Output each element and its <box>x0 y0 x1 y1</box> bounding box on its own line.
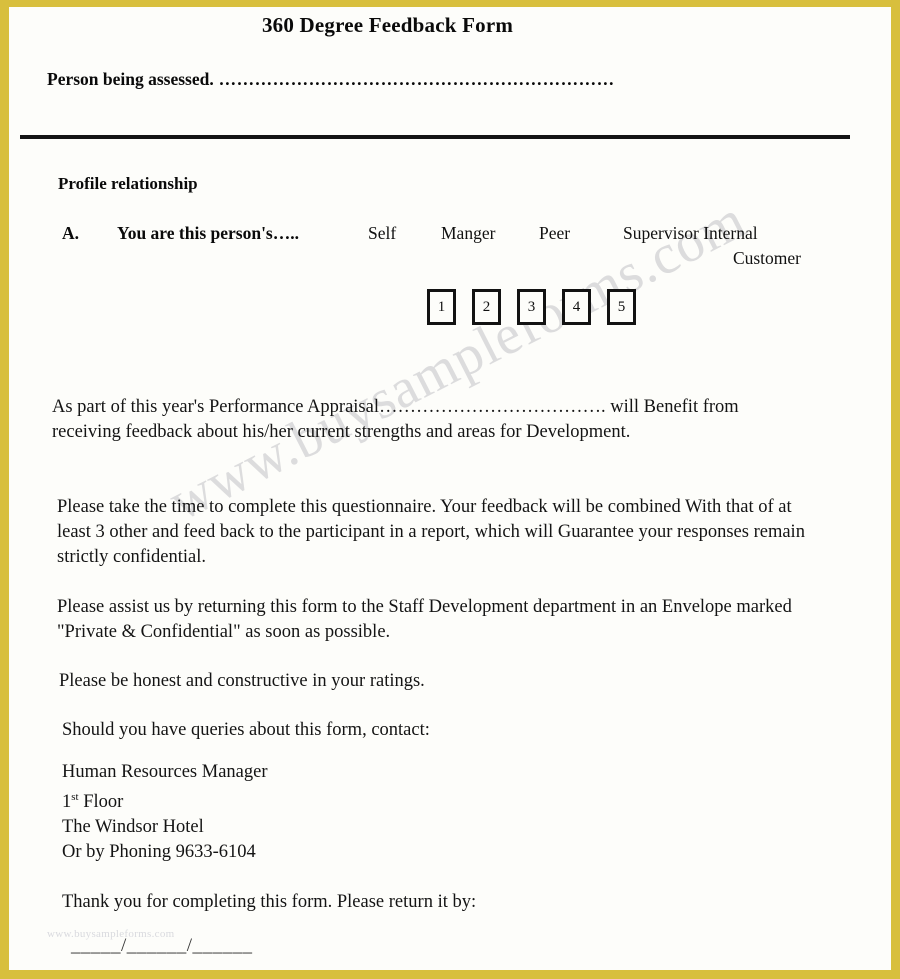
contact-block: Human Resources Manager 1st Floor The Wi… <box>62 760 268 865</box>
form-sheet: www.buysampleforms.com 360 Degree Feedba… <box>9 7 891 970</box>
closing-text: Thank you for completing this form. Plea… <box>62 892 477 912</box>
intro-paragraph: As part of this year's Performance Appra… <box>52 397 739 442</box>
contact-line-role: Human Resources Manager <box>62 762 268 782</box>
profile-relationship-heading: Profile relationship <box>58 174 198 193</box>
option-label-customer: Customer <box>732 248 801 268</box>
checkbox-2[interactable]: 2 <box>472 289 501 325</box>
instructions-paragraph: Please take the time to complete this qu… <box>57 497 805 567</box>
queries-paragraph: Should you have queries about this form,… <box>62 720 430 740</box>
rating-checkbox-group: 1 2 3 4 5 <box>427 289 636 325</box>
question-label: You are this person's….. <box>117 223 299 243</box>
contact-line-venue: The Windsor Hotel <box>62 817 204 838</box>
floor-number: 1 <box>62 792 72 813</box>
checkbox-5[interactable]: 5 <box>607 289 636 325</box>
person-assessed-leader[interactable]: ………………………………………………………… <box>214 69 615 89</box>
person-assessed-label: Person being assessed. <box>47 69 214 89</box>
floor-word: Floor <box>78 792 124 813</box>
option-label-manger: Manger <box>441 223 496 243</box>
horizontal-divider <box>20 135 850 139</box>
option-label-self: Self <box>368 223 397 243</box>
honesty-paragraph: Please be honest and constructive in you… <box>59 671 425 691</box>
contact-line-phone: Or by Phoning 9633-6104 <box>62 842 256 863</box>
person-assessed-field: Person being assessed. ……………………………………………… <box>47 69 615 90</box>
checkbox-3[interactable]: 3 <box>517 289 546 325</box>
document-page: www.buysampleforms.com 360 Degree Feedba… <box>0 0 900 979</box>
option-label-supervisor-internal: Supervisor Internal <box>623 223 758 243</box>
checkbox-4[interactable]: 4 <box>562 289 591 325</box>
return-date-field[interactable]: _____/______/______ <box>71 935 253 957</box>
contact-line-floor: 1st Floor <box>62 785 268 815</box>
checkbox-1[interactable]: 1 <box>427 289 456 325</box>
page-title: 360 Degree Feedback Form <box>261 13 514 37</box>
option-label-peer: Peer <box>539 223 571 243</box>
question-letter: A. <box>62 223 80 243</box>
return-paragraph: Please assist us by returning this form … <box>57 597 792 642</box>
floor-ordinal-suffix: st <box>71 791 79 803</box>
